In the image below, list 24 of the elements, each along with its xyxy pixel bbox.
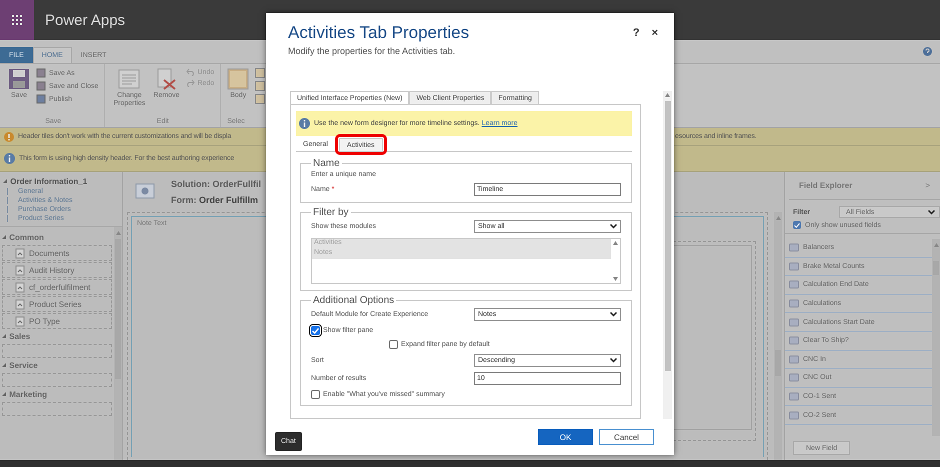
section-title: Additional Options xyxy=(312,295,396,306)
help-button[interactable]: ? xyxy=(632,27,640,41)
solution-name: Solution: OrderFullfil xyxy=(171,179,261,189)
component-group[interactable]: Service xyxy=(2,359,112,372)
component-item[interactable]: Product Series xyxy=(2,296,112,312)
component-item[interactable]: Documents xyxy=(2,245,112,261)
ok-button[interactable]: OK xyxy=(538,429,593,445)
component-item[interactable]: Audit History xyxy=(2,262,112,278)
app-title: Power Apps xyxy=(45,12,126,28)
navigation-title[interactable]: Order Information_1 xyxy=(3,177,119,186)
section-title: Filter by xyxy=(312,207,350,218)
component-item[interactable]: PO Type xyxy=(2,313,112,329)
section-title: Name xyxy=(312,158,341,169)
dialog-title: Activities Tab Properties xyxy=(288,23,470,43)
collapse-button[interactable]: > xyxy=(925,181,930,190)
form-name: Form: Order Fulfillm xyxy=(171,195,258,205)
component-group[interactable]: Marketing xyxy=(2,388,112,401)
component-group[interactable]: Sales xyxy=(2,330,112,343)
close-button[interactable]: × xyxy=(652,27,658,41)
panel-title: Field Explorer xyxy=(799,181,852,190)
cancel-button[interactable]: Cancel xyxy=(599,429,654,445)
component-group[interactable]: Common xyxy=(2,231,112,244)
component-item[interactable]: cf_orderfulfilment xyxy=(2,279,112,295)
dialog-subtitle: Modify the properties for the Activities tab. xyxy=(288,46,456,56)
